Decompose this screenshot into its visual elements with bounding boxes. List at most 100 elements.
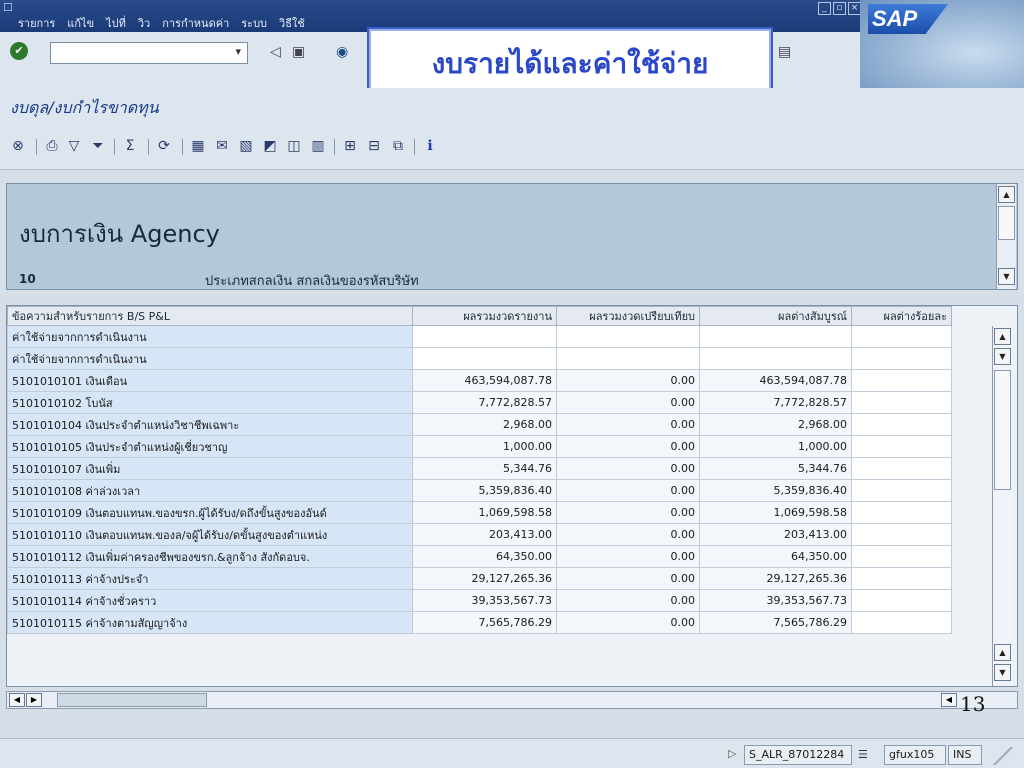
value-cell-comparison[interactable]: 0.00: [556, 589, 700, 612]
value-cell-reporting[interactable]: 5,359,836.40: [412, 479, 557, 502]
table-row[interactable]: 5101010104 เงินประจำตำแหน่งวิชาชีพเฉพาะ 2…: [7, 413, 952, 436]
value-cell-pct-diff[interactable]: [851, 479, 952, 502]
value-cell-reporting[interactable]: [412, 347, 557, 370]
value-cell-pct-diff[interactable]: [851, 501, 952, 524]
minimize-icon[interactable]: _: [818, 2, 831, 15]
menu-item-settings[interactable]: การกำหนดค่า: [162, 14, 229, 32]
command-history-icon[interactable]: ▾: [235, 45, 241, 58]
abc-analysis-icon[interactable]: ◩: [260, 136, 280, 156]
table-row[interactable]: 5101010115 ค่าจ้างตามสัญญาจ้าง 7,565,786.…: [7, 611, 952, 634]
value-cell-pct-diff[interactable]: [851, 545, 952, 568]
row-text-cell[interactable]: 5101010107 เงินเพิ่ม: [7, 457, 413, 480]
table-row[interactable]: 5101010108 ค่าล่วงเวลา 5,359,836.40 0.00 5,…: [7, 479, 952, 502]
print-icon[interactable]: ⎙: [42, 136, 62, 156]
value-cell-pct-diff[interactable]: [851, 523, 952, 546]
value-cell-abs-diff[interactable]: 1,069,598.58: [699, 501, 852, 524]
menu-item-view[interactable]: วิว: [138, 14, 150, 32]
value-cell-pct-diff[interactable]: [851, 611, 952, 634]
change-layout-icon[interactable]: ⊟: [364, 136, 384, 156]
scroll-down-icon[interactable]: ▼: [994, 348, 1011, 365]
row-text-cell[interactable]: 5101010113 ค่าจ้างประจำ: [7, 567, 413, 590]
value-cell-abs-diff[interactable]: 5,344.76: [699, 457, 852, 480]
value-cell-comparison[interactable]: 0.00: [556, 545, 700, 568]
table-row[interactable]: 5101010105 เงินประจำตำแหน่งผู้เชี่ยวชาญ 1…: [7, 435, 952, 458]
column-header[interactable]: ผลรวมงวดเปรียบเทียบ: [556, 306, 700, 326]
resize-grip-icon[interactable]: [990, 747, 1016, 765]
menu-item-list[interactable]: รายการ: [18, 14, 55, 32]
scroll-up-icon[interactable]: ▲: [994, 644, 1011, 661]
export-icon[interactable]: ▦: [188, 136, 208, 156]
save-layout-icon[interactable]: ⧉: [388, 136, 408, 156]
column-header[interactable]: ผลต่างสัมบูรณ์: [699, 306, 852, 326]
value-cell-reporting[interactable]: 463,594,087.78: [412, 369, 557, 392]
table-scrollbar[interactable]: ▲ ▼ ▲ ▼: [992, 326, 1012, 686]
value-cell-abs-diff[interactable]: 5,359,836.40: [699, 479, 852, 502]
table-row[interactable]: 5101010113 ค่าจ้างประจำ 29,127,265.36 0.00…: [7, 567, 952, 590]
command-field[interactable]: ▾: [50, 42, 248, 64]
row-text-cell[interactable]: 5101010115 ค่าจ้างตามสัญญาจ้าง: [7, 611, 413, 634]
value-cell-abs-diff[interactable]: 2,968.00: [699, 413, 852, 436]
value-cell-pct-diff[interactable]: [851, 325, 952, 348]
save-icon[interactable]: ▣: [292, 44, 305, 60]
scroll-thumb[interactable]: [994, 370, 1011, 490]
header-scrollbar[interactable]: ▲ ▼: [996, 184, 1016, 289]
table-row[interactable]: 5101010109 เงินตอบแทนพ.ของขรก.ผู้ได้รับง…: [7, 501, 952, 524]
value-cell-reporting[interactable]: 5,344.76: [412, 457, 557, 480]
row-text-cell[interactable]: 5101010114 ค่าจ้างชั่วคราว: [7, 589, 413, 612]
sum-icon[interactable]: Σ: [120, 136, 140, 156]
mail-icon[interactable]: ✉: [212, 136, 232, 156]
row-text-cell[interactable]: 5101010105 เงินประจำตำแหน่งผู้เชี่ยวชาญ: [7, 435, 413, 458]
menu-item-help[interactable]: วิธีใช้: [279, 14, 305, 32]
value-cell-reporting[interactable]: 7,772,828.57: [412, 391, 557, 414]
value-cell-reporting[interactable]: 1,000.00: [412, 435, 557, 458]
refresh-icon[interactable]: ⟳: [154, 136, 174, 156]
column-header[interactable]: ผลรวมงวดรายงาน: [412, 306, 557, 326]
list-icon[interactable]: ☰: [858, 748, 868, 761]
value-cell-reporting[interactable]: 64,350.00: [412, 545, 557, 568]
table-row[interactable]: 5101010114 ค่าจ้างชั่วคราว 39,353,567.73 0…: [7, 589, 952, 612]
row-text-cell[interactable]: 5101010109 เงินตอบแทนพ.ของขรก.ผู้ได้รับง…: [7, 501, 413, 524]
value-cell-comparison[interactable]: 0.00: [556, 413, 700, 436]
table-row[interactable]: ค่าใช้จ่ายจากการดำเนินงาน: [7, 347, 952, 370]
system-menu-icon[interactable]: ☐: [3, 1, 13, 14]
back-icon[interactable]: ◉: [336, 44, 348, 60]
value-cell-abs-diff[interactable]: [699, 347, 852, 370]
row-text-cell[interactable]: 5101010108 ค่าล่วงเวลา: [7, 479, 413, 502]
scroll-right-icon[interactable]: ▶: [26, 693, 42, 707]
maximize-icon[interactable]: ▫: [833, 2, 846, 15]
scroll-up-icon[interactable]: ▲: [994, 328, 1011, 345]
expand-arrow-icon[interactable]: ▷: [728, 747, 736, 760]
sort-icon[interactable]: ▽: [64, 136, 84, 156]
value-cell-reporting[interactable]: 29,127,265.36: [412, 567, 557, 590]
back-arrow-icon[interactable]: ◁: [270, 44, 281, 60]
scroll-down-icon[interactable]: ▼: [998, 268, 1015, 285]
value-cell-comparison[interactable]: 0.00: [556, 435, 700, 458]
value-cell-comparison[interactable]: 0.00: [556, 479, 700, 502]
value-cell-abs-diff[interactable]: 1,000.00: [699, 435, 852, 458]
value-cell-abs-diff[interactable]: 7,565,786.29: [699, 611, 852, 634]
value-cell-abs-diff[interactable]: 39,353,567.73: [699, 589, 852, 612]
row-text-cell[interactable]: ค่าใช้จ่ายจากการดำเนินงาน: [7, 325, 413, 348]
row-text-cell[interactable]: 5101010104 เงินประจำตำแหน่งวิชาชีพเฉพาะ: [7, 413, 413, 436]
value-cell-pct-diff[interactable]: [851, 589, 952, 612]
value-cell-comparison[interactable]: 0.00: [556, 501, 700, 524]
command-input[interactable]: [51, 43, 231, 63]
menu-item-edit[interactable]: แก้ไข: [67, 14, 94, 32]
value-cell-pct-diff[interactable]: [851, 369, 952, 392]
value-cell-abs-diff[interactable]: 29,127,265.36: [699, 567, 852, 590]
filter-icon[interactable]: ⏷: [88, 136, 108, 156]
scroll-thumb[interactable]: [57, 693, 207, 707]
table-row[interactable]: ค่าใช้จ่ายจากการดำเนินงาน: [7, 325, 952, 348]
scroll-left-icon[interactable]: ◀: [9, 693, 25, 707]
value-cell-pct-diff[interactable]: [851, 413, 952, 436]
table-row[interactable]: 5101010101 เงินเดือน 463,594,087.78 0.00 46…: [7, 369, 952, 392]
value-cell-pct-diff[interactable]: [851, 347, 952, 370]
create-session-icon[interactable]: ▤: [778, 44, 791, 60]
details-icon[interactable]: ⊗: [8, 136, 28, 156]
value-cell-comparison[interactable]: 0.00: [556, 369, 700, 392]
row-text-cell[interactable]: 5101010110 เงินตอบแทนพ.ของล/จผู้ได้รับง/…: [7, 523, 413, 546]
local-file-icon[interactable]: ▧: [236, 136, 256, 156]
row-text-cell[interactable]: ค่าใช้จ่ายจากการดำเนินงาน: [7, 347, 413, 370]
scroll-down-icon[interactable]: ▼: [994, 664, 1011, 681]
graphic-icon[interactable]: ▥: [308, 136, 328, 156]
